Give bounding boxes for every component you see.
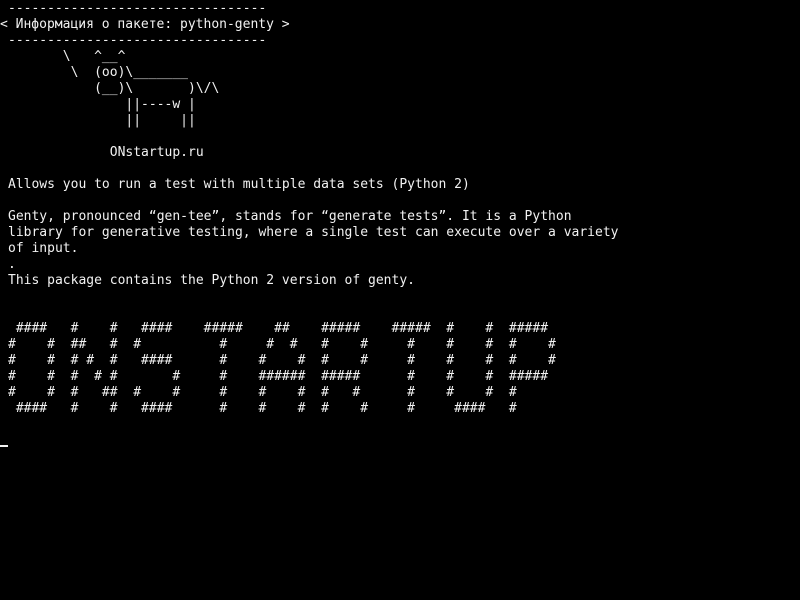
- package-description-line: of input.: [8, 241, 79, 256]
- speech-bubble-title: < Информация о пакете: python-genty >: [0, 17, 290, 32]
- ascii-banner-line: #### # # #### # # # # # # #### #: [8, 401, 517, 416]
- terminal-screen: --------------------------------- < Инфо…: [0, 0, 800, 600]
- ascii-banner-line: # # # # # #### # # # # # # # # # #: [8, 353, 556, 368]
- ascii-cow-line: (__)\ )\/\: [8, 81, 220, 96]
- ascii-banner-line: # # # # # # # ###### ##### # # # #####: [8, 369, 549, 384]
- ascii-banner-line: # # ## # # # # # # # # # # # #: [8, 337, 556, 352]
- description-separator: .: [8, 257, 16, 272]
- ascii-cow-line: \ ^__^: [8, 49, 126, 64]
- ascii-banner-line: #### # # #### ##### ## ##### ##### # # #…: [8, 321, 549, 336]
- ascii-cow-line: ||----w |: [8, 97, 196, 112]
- site-label: ONstartup.ru: [8, 145, 204, 160]
- package-summary: Allows you to run a test with multiple d…: [8, 177, 470, 192]
- package-description-line: library for generative testing, where a …: [8, 225, 619, 240]
- ascii-cow-line: \ (oo)\_______: [8, 65, 189, 80]
- ascii-cow-line: || ||: [8, 113, 196, 128]
- package-description-line: Genty, pronounced “gen-tee”, stands for …: [8, 209, 572, 224]
- speech-bubble-top-border: ---------------------------------: [8, 1, 267, 16]
- package-note: This package contains the Python 2 versi…: [8, 273, 415, 288]
- speech-bubble-bottom-border: ---------------------------------: [8, 33, 267, 48]
- text-cursor[interactable]: [0, 445, 8, 447]
- ascii-banner-line: # # # ## # # # # # # # # # # #: [8, 385, 517, 400]
